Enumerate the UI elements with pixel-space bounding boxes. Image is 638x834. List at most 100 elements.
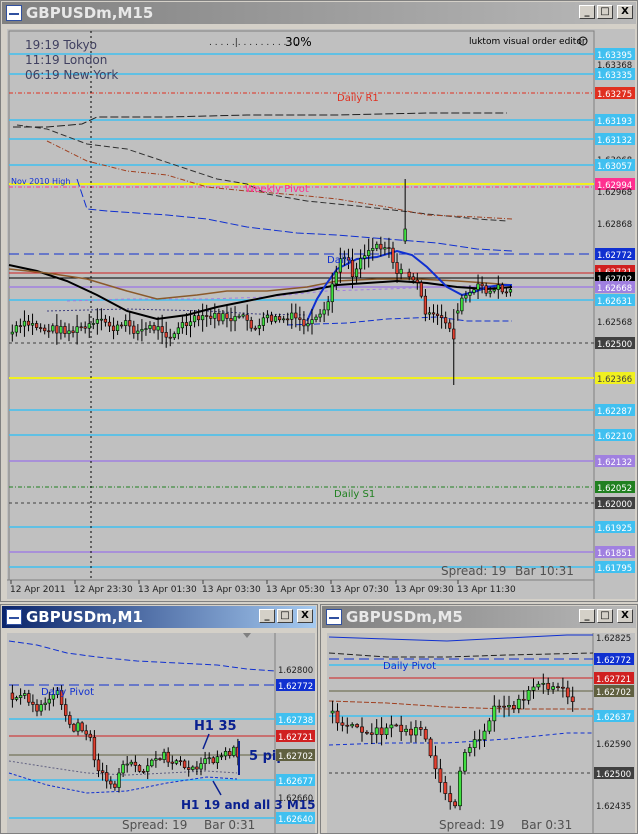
minimize-button[interactable]: _ [579,5,595,19]
m1-chart-svg: Daily Pivot H1 35 5 pips H1 19 and all 3… [8,633,315,833]
candle [472,739,477,748]
candle [355,724,360,728]
candle [472,289,476,293]
candle [433,755,438,770]
candle [55,325,59,334]
level-trace [46,140,513,220]
candle [314,316,318,320]
main-chart-area[interactable]: Daily R1 Nov 2010 High Weekly Pivot Dail… [7,29,635,599]
close-button[interactable]: X [297,609,313,623]
m1-chart-area[interactable]: Daily Pivot H1 35 5 pips H1 19 and all 3… [7,633,315,833]
candle [68,715,72,725]
level-lines [9,53,594,568]
price-tag: 1.62000 [597,500,632,510]
candle [162,751,166,760]
candle [199,763,203,770]
candle [310,319,314,325]
candle [107,321,112,327]
minimize-button[interactable]: _ [259,609,275,623]
candle [265,314,270,319]
minimize-button[interactable]: _ [579,609,595,623]
candle [345,724,350,727]
h1-35-annotation: H1 35 [194,719,237,734]
candle [96,759,101,772]
level-trace [328,634,593,642]
price-tag: 1.62500 [597,340,632,350]
candle [141,771,146,773]
daily-r1-label: Daily R1 [337,93,379,104]
m1-titlebar[interactable]: GBPUSDm,M1 _ □ X [2,606,316,628]
maximize-button[interactable]: □ [597,5,613,19]
candle [215,756,220,764]
daily-s1-label: Daily S1 [334,489,375,500]
candle [170,761,174,764]
spread-readout: Spread: 19 [439,818,504,832]
price-tag: 1.63132 [597,136,632,146]
chart-app-icon [6,5,22,21]
candle [91,323,95,325]
zoom-percent: 30% [285,35,312,49]
close-button[interactable]: X [617,609,633,623]
candle [456,310,460,314]
candle [18,325,23,327]
candle [294,312,298,319]
candle [120,324,124,327]
candle [480,283,484,287]
candle [245,314,249,321]
price-tag: 1.62637 [596,713,631,723]
candle [488,290,492,294]
nov-high-label: Nov 2010 High [11,177,70,186]
m1-candles [10,684,240,793]
candle [137,765,142,772]
candle [71,330,75,333]
main-chart-svg: Daily R1 Nov 2010 High Weekly Pivot Dail… [7,30,635,599]
candle [431,312,436,315]
m1-chart-window[interactable]: GBPUSDm,M1 _ □ X Daily Pivot H1 35 5 pip… [0,604,318,834]
m5-chart-window[interactable]: GBPUSDm,M5 _ □ X Daily Pivot Spread: 19 … [320,604,638,834]
chart-app-icon [6,609,22,625]
candle [176,327,180,335]
candle [484,285,488,294]
candle [192,315,197,323]
candle [492,705,497,722]
m5-chart-svg: Daily Pivot Spread: 19 Bar 0:31 1.628251… [328,633,634,833]
price-tag: 1.61925 [597,524,632,534]
candle [225,313,229,319]
candle [166,751,170,763]
main-titlebar[interactable]: GBPUSDm,M15 _ □ X [2,2,636,24]
time-scale: 12 Apr 2011 12 Apr 23:30 13 Apr 01:30 13 Ap… [10,580,516,595]
candle [100,770,105,773]
close-button[interactable]: X [617,5,633,19]
candle [482,730,487,740]
candle [207,757,211,760]
candle [504,291,509,294]
time-label: 13 Apr 09:30 [395,585,454,595]
candle [497,705,502,708]
candle [423,729,428,740]
candle [330,283,334,303]
bar-timer: Bar 0:31 [521,818,572,832]
price-tag: 1.62210 [597,432,632,442]
candle [358,258,363,270]
time-label: 13 Apr 03:30 [202,585,261,595]
maximize-button[interactable]: □ [277,609,293,623]
chart-shift-marker[interactable] [243,633,251,638]
candle [427,312,432,315]
main-chart-window[interactable]: GBPUSDm,M15 _ □ X Daily R1 Nov 2010 High… [0,0,638,602]
candle [223,751,228,757]
maximize-button[interactable]: □ [597,609,613,623]
candle [103,318,108,323]
level-trace [328,732,593,746]
candle [136,330,140,334]
candle [379,727,384,735]
order-editor-label[interactable]: luktom visual order editor [469,37,586,47]
plot-border [8,30,595,581]
m5-titlebar[interactable]: GBPUSDm,M5 _ □ X [322,606,636,628]
candle [191,766,195,770]
candle [531,686,536,691]
m5-chart-area[interactable]: Daily Pivot Spread: 19 Bar 0:31 1.62825 1… [327,633,635,833]
candle [282,318,286,321]
candle [394,724,399,727]
candle [404,728,409,732]
candle [452,328,456,340]
